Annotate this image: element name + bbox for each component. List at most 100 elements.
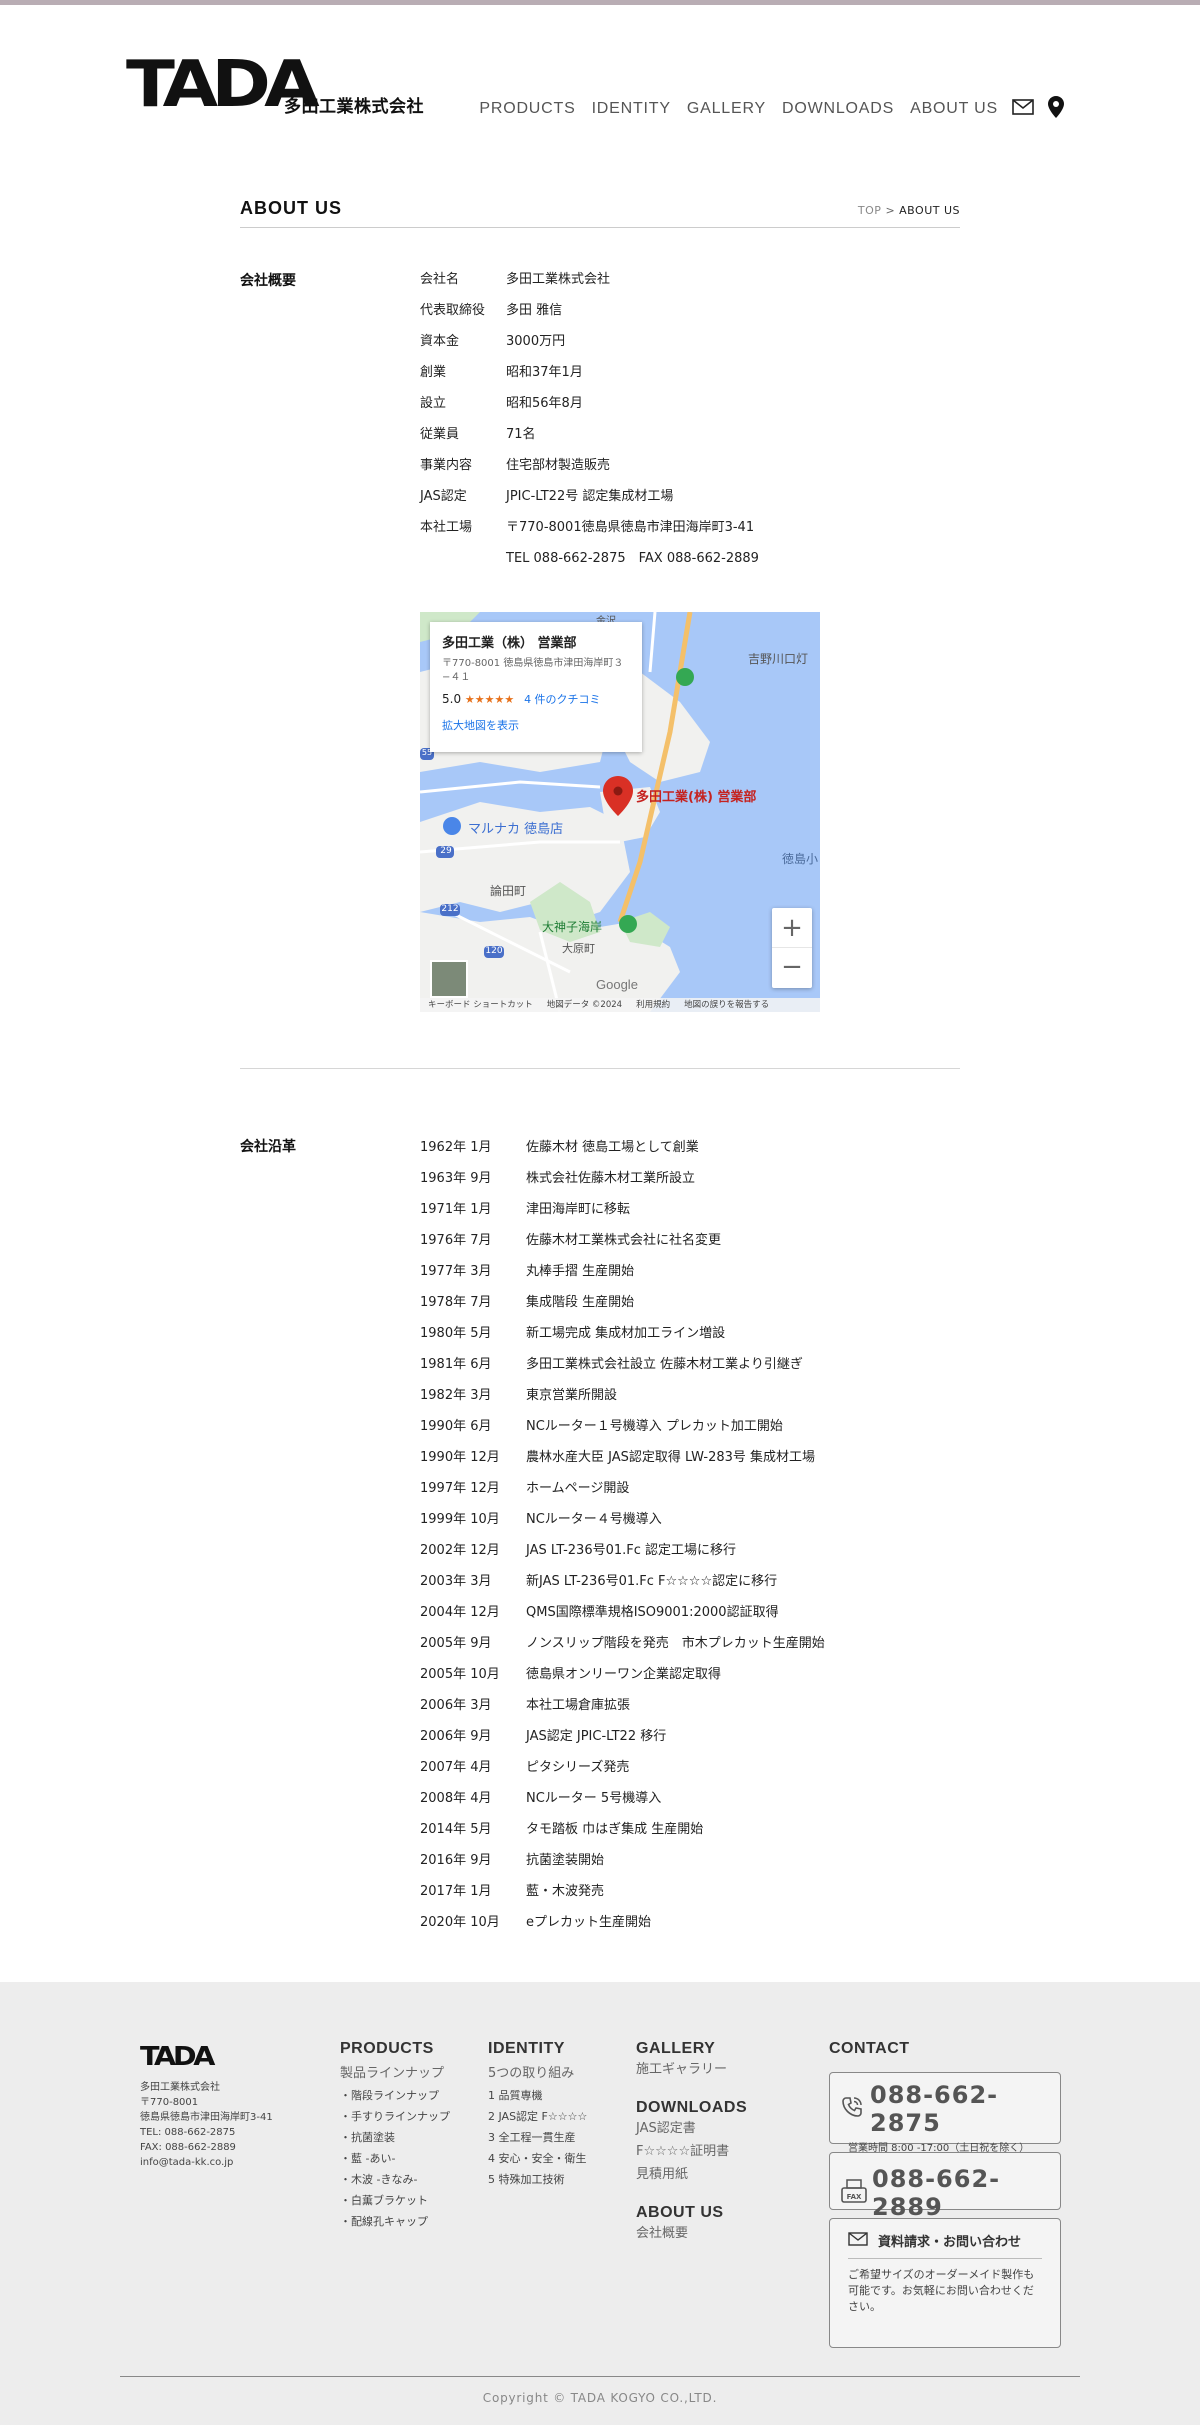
nav-identity[interactable]: IDENTITY	[592, 100, 671, 118]
history-row: 2016年 9月 抗菌塗装開始	[420, 1849, 604, 1880]
map-zoom-in-button[interactable]: +	[772, 908, 812, 948]
footer-products-item[interactable]: ・藍 -あい-	[340, 2148, 450, 2169]
map-label-ohara: 大原町	[562, 942, 595, 955]
footer-gallery-heading[interactable]: GALLERY	[636, 2040, 747, 2058]
footer-identity-item[interactable]: 1 品質専機	[488, 2085, 587, 2106]
map-route-120: 120	[485, 946, 503, 956]
footer-identity-heading[interactable]: IDENTITY	[488, 2040, 587, 2058]
top-accent-bar	[0, 0, 1200, 5]
overview-key: 代表取締役	[420, 303, 486, 318]
footer-products-item[interactable]: ・階段ラインナップ	[340, 2085, 450, 2106]
footer-downloads-link[interactable]: JAS認定書	[636, 2117, 747, 2140]
footer-inquiry-box[interactable]: 資料請求・お問い合わせ ご希望サイズのオーダーメイド製作も可能です。お気軽にお問…	[829, 2218, 1061, 2348]
nav-gallery[interactable]: GALLERY	[687, 100, 766, 118]
footer-inquiry-label[interactable]: 資料請求・お問い合わせ	[878, 2231, 1021, 2250]
footer-tel-number[interactable]: 088-662-2875	[870, 2081, 1050, 2137]
footer-identity-item[interactable]: 2 JAS認定 F☆☆☆☆	[488, 2106, 587, 2127]
footer-fax-number[interactable]: 088-662-2889	[872, 2165, 1050, 2221]
map-keyboard-shortcuts[interactable]: キーボード ショートカット	[428, 998, 533, 1012]
history-row: 1990年 6月 NCルーター１号機導入 プレカット加工開始	[420, 1415, 783, 1446]
history-row: 2002年 12月 JAS LT-236号01.Fc 認定工場に移行	[420, 1539, 736, 1570]
history-row: 1997年 12月 ホームページ開設	[420, 1477, 629, 1508]
history-date: 1977年 3月	[420, 1264, 492, 1279]
history-date: 1990年 6月	[420, 1419, 492, 1434]
map-terms-link[interactable]: 利用規約	[636, 998, 670, 1012]
history-event: NCルーター１号機導入 プレカット加工開始	[526, 1419, 783, 1434]
site-logo[interactable]: TADA 多田工業株式会社	[126, 53, 431, 117]
map-satellite-toggle[interactable]	[430, 960, 468, 998]
footer-logo[interactable]: TADA	[140, 2042, 215, 2072]
overview-value: 多田工業株式会社	[506, 272, 611, 287]
phone-icon	[840, 2095, 864, 2123]
map-zoom-out-button[interactable]: −	[772, 948, 812, 988]
map-larger-link[interactable]: 拡大地図を表示	[442, 717, 630, 733]
footer-products-heading[interactable]: PRODUCTS	[340, 2040, 450, 2058]
history-date: 1976年 7月	[420, 1233, 492, 1248]
overview-value: 3000万円	[506, 334, 566, 349]
footer-products-sub[interactable]: 製品ラインナップ	[340, 2062, 450, 2081]
main-nav: PRODUCTS IDENTITY GALLERY DOWNLOADS ABOU…	[463, 96, 1064, 122]
map-card-rating-row: 5.0 ★★★★★ 4 件のクチコミ	[442, 691, 630, 707]
history-date: 2008年 4月	[420, 1791, 492, 1806]
overview-value: 住宅部材製造販売	[506, 458, 611, 473]
history-event: 農林水産大臣 JAS認定取得 LW-283号 集成材工場	[526, 1450, 816, 1465]
footer-identity-item[interactable]: 5 特殊加工技術	[488, 2169, 587, 2190]
footer-downloads-link[interactable]: 見積用紙	[636, 2163, 747, 2186]
footer-products-item[interactable]: ・抗菌塗装	[340, 2127, 450, 2148]
history-row: 2006年 3月 本社工場倉庫拡張	[420, 1694, 630, 1725]
footer-identity-sub[interactable]: 5つの取り組み	[488, 2062, 587, 2081]
overview-row: 事業内容 住宅部材製造販売	[420, 454, 610, 485]
footer-fax-box[interactable]: FAX 088-662-2889	[829, 2152, 1061, 2221]
footer-tel-box[interactable]: 088-662-2875 営業時間 8:00 -17:00（土日祝を除く）	[829, 2072, 1061, 2154]
map-footer-bar: キーボード ショートカット 地図データ ©2024 利用規約 地図の誤りを報告す…	[420, 998, 820, 1012]
map-reviews-link[interactable]: 4 件のクチコミ	[524, 693, 601, 706]
history-event: 徳島県オンリーワン企業認定取得	[526, 1667, 722, 1682]
breadcrumb-top[interactable]: TOP	[858, 204, 882, 217]
footer-aboutus-heading[interactable]: ABOUT US	[636, 2204, 747, 2222]
overview-row: TEL 088-662-2875 FAX 088-662-2889	[420, 547, 759, 578]
map-label-ronda: 論田町	[490, 884, 527, 898]
overview-key: 事業内容	[420, 458, 473, 473]
footer-aboutus-link[interactable]: 会社概要	[636, 2222, 747, 2245]
footer-downloads-heading[interactable]: DOWNLOADS	[636, 2099, 747, 2117]
history-event: JAS認定 JPIC-LT22 移行	[526, 1729, 667, 1744]
location-pin-icon[interactable]	[1048, 96, 1064, 122]
map-report-link[interactable]: 地図の誤りを報告する	[684, 998, 769, 1012]
history-row: 1981年 6月 多田工業株式会社設立 佐藤木材工業より引継ぎ	[420, 1353, 803, 1384]
history-date: 2005年 10月	[420, 1667, 500, 1682]
footer-products-item[interactable]: ・白薫ブラケット	[340, 2190, 450, 2211]
map-stars: ★★★★★	[464, 693, 515, 706]
overview-row: 従業員 71名	[420, 423, 536, 454]
history-row: 2014年 5月 タモ踏板 巾はぎ集成 生産開始	[420, 1818, 703, 1849]
nav-products[interactable]: PRODUCTS	[479, 100, 575, 118]
history-event: ノンスリップ階段を発売 市木プレカット生産開始	[526, 1636, 825, 1651]
google-map[interactable]: 多田工業(株) 営業部 マルナカ 徳島店 論田町 大神子海岸 大原町 吉野川口灯…	[420, 612, 820, 1012]
map-label-ogamiko: 大神子海岸	[542, 920, 603, 934]
map-card-address: 〒770-8001 徳島県徳島市津田海岸町３−４１	[442, 658, 624, 683]
logo-company-name: 多田工業株式会社	[284, 97, 424, 117]
footer-downloads-link[interactable]: F☆☆☆☆証明書	[636, 2140, 747, 2163]
google-logo: Google	[596, 977, 638, 992]
overview-value: 多田 雅信	[506, 303, 563, 318]
footer-gallery-link[interactable]: 施工ギャラリー	[636, 2058, 747, 2081]
overview-value: JPIC-LT22号 認定集成材工場	[506, 489, 674, 504]
mail-icon[interactable]	[1012, 99, 1034, 119]
history-row: 1980年 5月 新工場完成 集成材加工ライン増設	[420, 1322, 725, 1353]
footer-products-item[interactable]: ・手すりラインナップ	[340, 2106, 450, 2127]
nav-downloads[interactable]: DOWNLOADS	[782, 100, 894, 118]
footer-email[interactable]: info@tada-kk.co.jp	[140, 2155, 273, 2170]
nav-about-us[interactable]: ABOUT US	[910, 100, 998, 118]
fax-icon: FAX	[840, 2178, 868, 2208]
map-pin-label[interactable]: 多田工業(株) 営業部	[636, 786, 756, 805]
history-date: 2002年 12月	[420, 1543, 500, 1558]
history-event: 佐藤木材工業株式会社に社名変更	[526, 1233, 722, 1248]
footer-products-item[interactable]: ・配線孔キャップ	[340, 2211, 450, 2232]
footer-identity-item[interactable]: 4 安心・安全・衛生	[488, 2148, 587, 2169]
footer-identity-item[interactable]: 3 全工程一貫生産	[488, 2127, 587, 2148]
footer-fax: FAX: 088-662-2889	[140, 2142, 236, 2153]
footer-products-item[interactable]: ・木波 -きなみ-	[340, 2169, 450, 2190]
overview-key	[420, 547, 506, 578]
footer-identity-column: IDENTITY 5つの取り組み 1 品質専機 2 JAS認定 F☆☆☆☆ 3 …	[488, 2040, 587, 2190]
map-label-tokushima: 徳島小	[782, 852, 819, 866]
overview-row: 本社工場 〒770-8001徳島県徳島市津田海岸町3-41	[420, 516, 754, 547]
